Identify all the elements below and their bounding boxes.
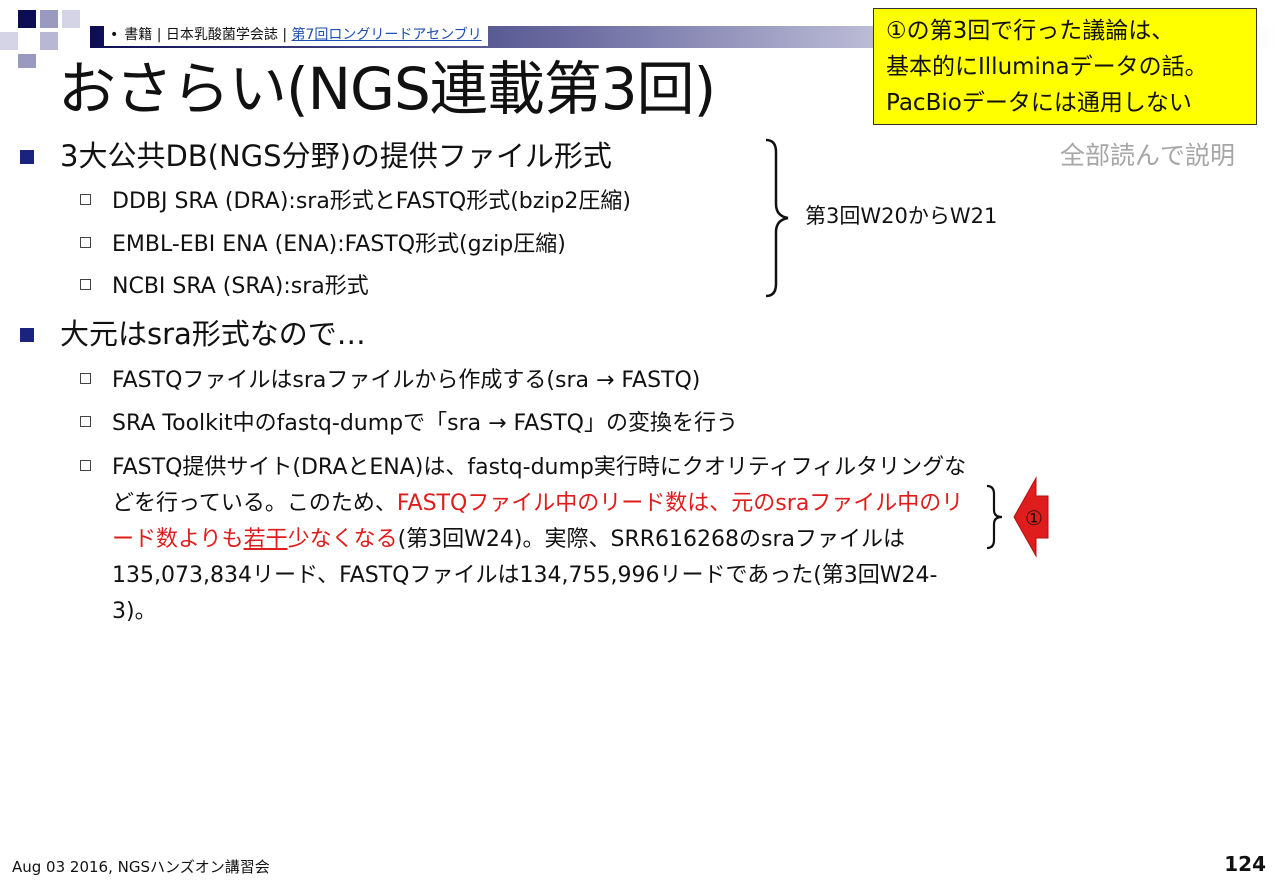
- section2-item-1: FASTQファイルはsraファイルから作成する(sra → FASTQ): [112, 368, 701, 393]
- brace-note: 第3回W20からW21: [805, 204, 998, 228]
- checkbox-bullet-icon: [80, 373, 91, 384]
- breadcrumb: • 書籍 | 日本乳酸菌学会誌 | 第7回ロングリードアセンブリ: [104, 24, 488, 46]
- bullet-square-icon: [20, 328, 34, 342]
- section1-item-1: DDBJ SRA (DRA):sra形式とFASTQ形式(bzip2圧縮): [112, 189, 631, 214]
- checkbox-bullet-icon: [80, 237, 91, 248]
- checkbox-bullet-icon: [80, 194, 91, 205]
- right-brace-icon: [765, 138, 789, 298]
- red-arrow-icon: ①: [1013, 476, 1049, 558]
- callout-line-1: ①の第3回で行った議論は、: [886, 18, 1175, 44]
- callout-line-3: PacBioデータには通用しない: [886, 90, 1192, 116]
- page-number: 124: [1224, 852, 1266, 876]
- checkbox-bullet-icon: [80, 460, 91, 471]
- breadcrumb-link[interactable]: 第7回ロングリードアセンブリ: [292, 27, 482, 43]
- section2-item-2: SRA Toolkit中のfastq-dumpで「sra → FASTQ」の変換…: [112, 411, 738, 436]
- section2-heading: 大元はsra形式なので…: [60, 317, 366, 351]
- grey-note: 全部読んで説明: [1060, 141, 1236, 170]
- checkbox-bullet-icon: [80, 416, 91, 427]
- bullet-square-icon: [20, 150, 34, 164]
- section1-heading: 3大公共DB(NGS分野)の提供ファイル形式: [60, 139, 612, 173]
- footer-text: Aug 03 2016, NGSハンズオン講習会: [12, 858, 270, 876]
- right-brace-small-icon: [986, 484, 1003, 550]
- slide-title: おさらい(NGS連載第3回): [58, 55, 716, 123]
- checkbox-bullet-icon: [80, 279, 91, 290]
- callout-line-2: 基本的にIlluminaデータの話。: [886, 54, 1208, 80]
- section1-item-3: NCBI SRA (SRA):sra形式: [112, 274, 369, 299]
- breadcrumb-text: 書籍 | 日本乳酸菌学会誌 |: [124, 27, 292, 43]
- section1-item-2: EMBL-EBI ENA (ENA):FASTQ形式(gzip圧縮): [112, 232, 566, 257]
- arrow-label: ①: [1025, 506, 1043, 530]
- callout-box: ①の第3回で行った議論は、 基本的にIlluminaデータの話。 PacBioデ…: [873, 8, 1257, 125]
- section2-paragraph: FASTQ提供サイト(DRAとENA)は、fastq-dump実行時にクオリティ…: [112, 455, 967, 624]
